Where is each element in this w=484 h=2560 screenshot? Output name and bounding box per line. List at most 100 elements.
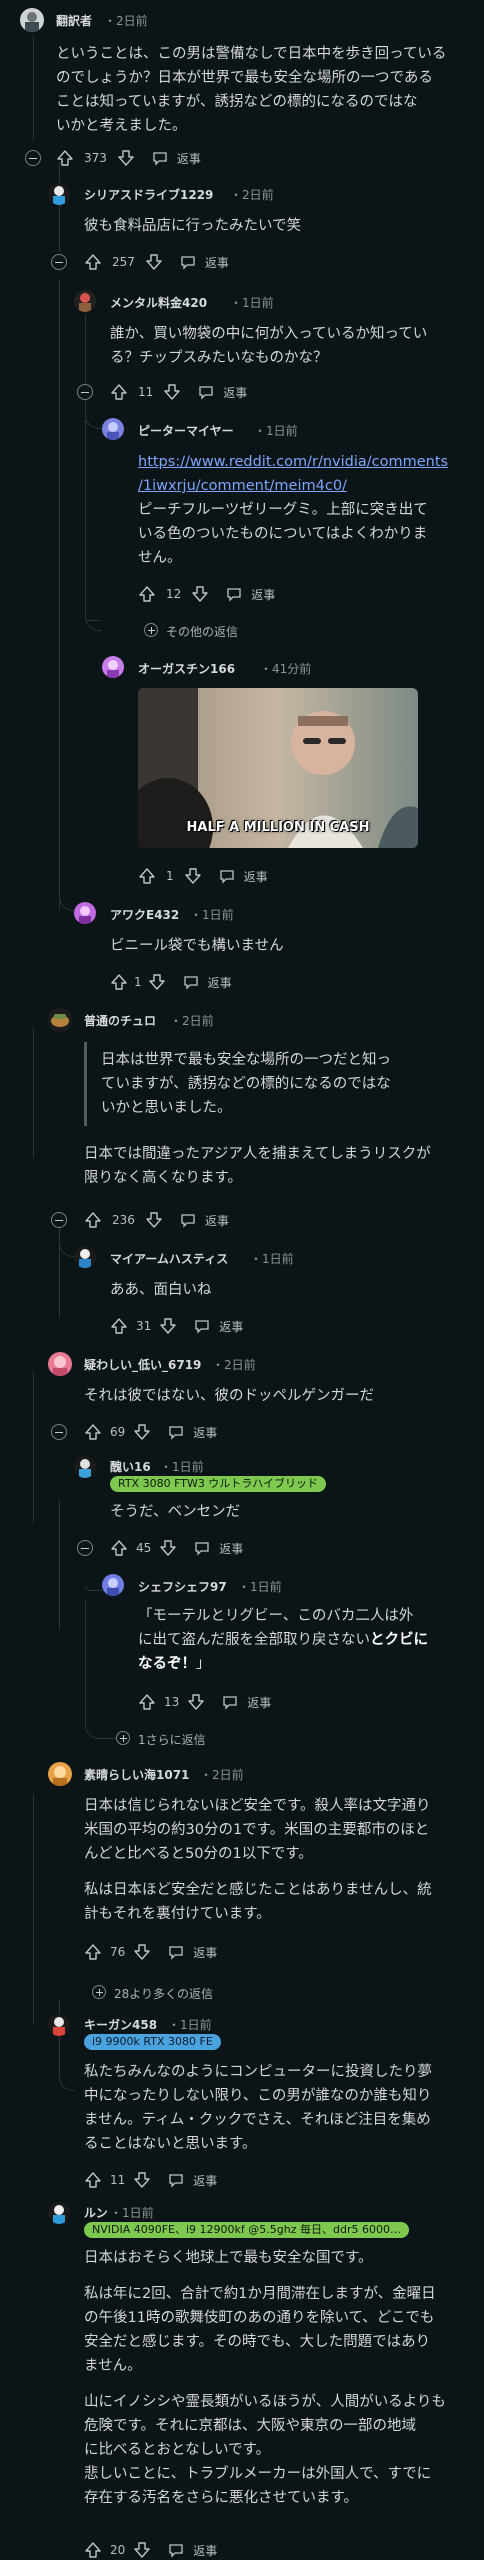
reply-button[interactable]: 返事 <box>179 253 229 271</box>
collapse-thread-button[interactable] <box>77 1540 93 1556</box>
username[interactable]: キーガン458 <box>84 2016 157 2033</box>
downvote-icon[interactable] <box>187 1693 205 1711</box>
reply-button[interactable]: 返事 <box>225 585 275 603</box>
upvote-icon[interactable] <box>138 867 156 885</box>
reply-button[interactable]: 返事 <box>179 1211 229 1229</box>
reply-button[interactable]: 返事 <box>193 1539 243 1557</box>
upvote-icon[interactable] <box>138 585 156 603</box>
avatar[interactable] <box>74 902 96 924</box>
downvote-icon[interactable] <box>133 2171 151 2189</box>
username[interactable]: 疑わしい_低い_6719 <box>84 1356 201 1373</box>
username[interactable]: ルン <box>84 2204 108 2221</box>
action-bar: 45 返事 <box>110 1538 243 1558</box>
downvote-icon[interactable] <box>191 585 209 603</box>
avatar[interactable] <box>48 1762 72 1786</box>
comment-body: 私たちみんなのようにコンピューターに投資したり夢 中になったりしない限り、この男が… <box>84 2064 432 2152</box>
text-segment: 」 <box>196 1656 211 1672</box>
upvote-icon[interactable] <box>84 1423 102 1441</box>
reply-button[interactable]: 返事 <box>193 1317 243 1335</box>
upvote-icon[interactable] <box>84 1943 102 1961</box>
upvote-icon[interactable] <box>138 1693 156 1711</box>
username[interactable]: アワクE432 <box>110 906 179 923</box>
username[interactable]: マイアームハスティス <box>110 1250 228 1267</box>
collapse-thread-button[interactable] <box>51 1424 67 1440</box>
action-bar: 13 返事 <box>138 1692 271 1712</box>
username[interactable]: 素晴らしい海1071 <box>84 1766 189 1783</box>
upvote-icon[interactable] <box>84 2541 102 2559</box>
downvote-icon[interactable] <box>117 149 135 167</box>
reply-button[interactable]: 返事 <box>218 867 268 885</box>
username[interactable]: 醜い16 <box>110 1458 151 1475</box>
comment-link[interactable]: /1iwxrju/comment/meim4c0/ <box>138 478 347 494</box>
downvote-icon[interactable] <box>133 1943 151 1961</box>
avatar[interactable] <box>74 1456 96 1478</box>
upvote-icon[interactable] <box>110 383 128 401</box>
downvote-icon[interactable] <box>163 383 181 401</box>
comment-body: ああ、面白いね <box>110 1282 212 1298</box>
expand-replies-icon[interactable] <box>92 1985 106 1999</box>
reply-button[interactable]: 返事 <box>151 149 201 167</box>
reply-button[interactable]: 返事 <box>167 1423 217 1441</box>
reply-button[interactable]: 返事 <box>167 2171 217 2189</box>
action-bar: 373 返事 <box>56 148 201 168</box>
vote-count: 76 <box>110 1945 126 1959</box>
collapse-thread-button[interactable] <box>77 384 93 400</box>
downvote-icon[interactable] <box>133 2541 151 2559</box>
username[interactable]: オーガスチン166 <box>138 660 235 677</box>
username[interactable]: 翻訳者 <box>56 12 92 29</box>
downvote-icon[interactable] <box>145 253 163 271</box>
more-replies-link[interactable]: 1さらに返信 <box>138 1731 206 1748</box>
timestamp: ・1日前 <box>238 1580 282 1594</box>
username[interactable]: シリアスドライブ1229 <box>84 186 213 203</box>
avatar[interactable] <box>48 1352 72 1376</box>
action-bar: 236 返事 <box>84 1210 229 1230</box>
avatar[interactable] <box>48 2014 70 2036</box>
thread-connector <box>85 420 102 631</box>
reply-button[interactable]: 返事 <box>221 1693 271 1711</box>
reply-button[interactable]: 返事 <box>182 973 232 991</box>
reply-button[interactable]: 返事 <box>197 383 247 401</box>
upvote-icon[interactable] <box>110 1317 128 1335</box>
collapse-thread-button[interactable] <box>51 1212 67 1228</box>
reply-label: 返事 <box>193 1425 218 1440</box>
collapse-thread-button[interactable] <box>51 254 67 270</box>
avatar[interactable] <box>48 183 70 205</box>
downvote-icon[interactable] <box>145 1211 163 1229</box>
avatar[interactable] <box>102 418 124 440</box>
username[interactable]: シェフシェフ97 <box>138 1578 227 1595</box>
upvote-icon[interactable] <box>84 2171 102 2189</box>
avatar[interactable] <box>48 2202 70 2224</box>
more-replies-link[interactable]: 28より多くの返信 <box>114 1985 213 2002</box>
reply-button[interactable]: 返事 <box>167 1943 217 1961</box>
collapse-thread-button[interactable] <box>25 150 41 166</box>
avatar[interactable] <box>48 1008 72 1032</box>
vote-count: 257 <box>112 255 135 269</box>
comment-body: そうだ、ベンセンだ <box>110 1504 241 1520</box>
username[interactable]: メンタル料金420 <box>110 294 207 311</box>
thread-connector <box>85 1586 102 1591</box>
downvote-icon[interactable] <box>184 867 202 885</box>
avatar[interactable] <box>74 1246 96 1268</box>
more-replies-link[interactable]: その他の返信 <box>166 623 238 640</box>
thread-line <box>33 36 34 140</box>
upvote-icon[interactable] <box>84 253 102 271</box>
avatar[interactable] <box>102 1574 124 1596</box>
expand-replies-icon[interactable] <box>116 1731 130 1745</box>
upvote-icon[interactable] <box>110 1539 128 1557</box>
avatar[interactable] <box>20 8 44 32</box>
downvote-icon[interactable] <box>159 1317 177 1335</box>
avatar[interactable] <box>102 656 124 678</box>
downvote-icon[interactable] <box>148 973 166 991</box>
comment-link[interactable]: https://www.reddit.com/r/nvidia/comments <box>138 454 448 470</box>
downvote-icon[interactable] <box>159 1539 177 1557</box>
expand-replies-icon[interactable] <box>144 623 158 637</box>
upvote-icon[interactable] <box>84 1211 102 1229</box>
gif-image[interactable]: HALF A MILLION IN CASH <box>138 688 418 848</box>
upvote-icon[interactable] <box>56 149 74 167</box>
upvote-icon[interactable] <box>110 973 128 991</box>
avatar[interactable] <box>74 290 96 312</box>
downvote-icon[interactable] <box>133 1423 151 1441</box>
username[interactable]: ピーターマイヤー <box>138 422 234 439</box>
username[interactable]: 普通のチュロ <box>84 1012 156 1029</box>
reply-button[interactable]: 返事 <box>167 2541 217 2559</box>
